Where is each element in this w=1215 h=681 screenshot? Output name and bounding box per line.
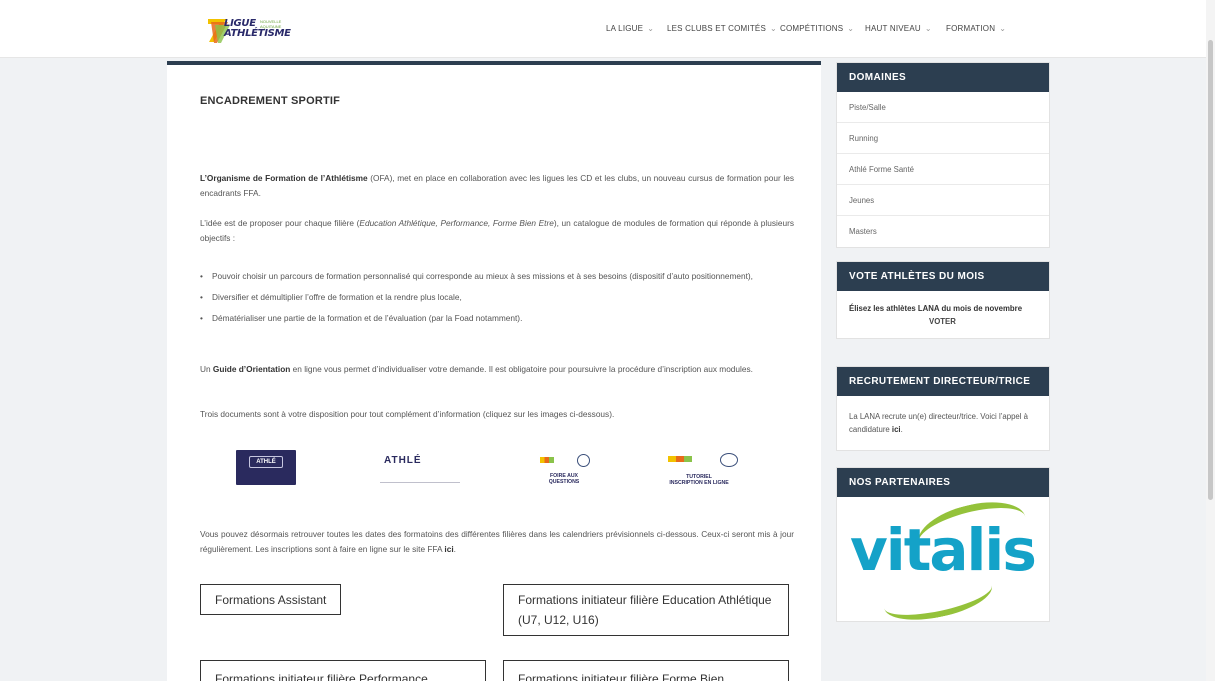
ofa-name: L’Organisme de Formation de l’Athlétisme <box>200 173 368 183</box>
widget-title: RECRUTEMENT DIRECTEUR/TRICE <box>837 367 1049 396</box>
objectives-paragraph: L’idée est de proposer pour chaque filiè… <box>200 216 794 246</box>
domaines-list: Piste/Salle Running Athlé Forme Santé Je… <box>837 92 1049 247</box>
formations-performance-button[interactable]: Formations initiateur filière Performanc… <box>200 660 486 681</box>
list-item: Diversifier et démultiplier l’offre de f… <box>200 290 794 305</box>
nav-label: LA LIGUE <box>606 24 644 33</box>
list-item: Pouvoir choisir un parcours de formation… <box>200 269 794 284</box>
guide-text-rest: en ligne vous permet d’individualiser vo… <box>290 364 753 374</box>
league-mini-logo <box>540 457 554 463</box>
nav-label: HAUT NIVEAU <box>865 24 921 33</box>
objectives-list: Pouvoir choisir un parcours de formation… <box>200 269 794 332</box>
chevron-down-icon: ⌄ <box>770 24 777 33</box>
vote-widget: VOTE ATHLÈTES DU MOIS Élisez les athlète… <box>836 261 1050 339</box>
recrutement-widget: RECRUTEMENT DIRECTEUR/TRICE La LANA recr… <box>836 366 1050 451</box>
league-mini-logo <box>668 456 692 462</box>
faq-caption: FOIRE AUX QUESTIONS <box>548 473 580 485</box>
list-item: Dématérialiser une partie de la formatio… <box>200 311 794 326</box>
nav-label: COMPÉTITIONS <box>780 24 844 33</box>
domaine-link-masters[interactable]: Masters <box>837 216 1049 247</box>
logo-subtext: NOUVELLE AQUITAINE <box>260 19 282 29</box>
athle-circle-icon <box>577 454 590 467</box>
logo-line2: ATHLÉTISME <box>224 28 291 39</box>
objectives-text-start: L’idée est de proposer pour chaque filiè… <box>200 218 360 228</box>
formations-assistant-button[interactable]: Formations Assistant <box>200 584 342 615</box>
athle-logo: ATHLÉ <box>384 455 422 466</box>
domaine-link-jeunes[interactable]: Jeunes <box>837 185 1049 216</box>
document-thumbnail-faq[interactable]: FOIRE AUX QUESTIONS <box>530 451 600 487</box>
chevron-down-icon: ⌄ <box>847 24 855 33</box>
guide-text-start: Un <box>200 364 213 374</box>
formations-forme-bien-etre-button[interactable]: Formations initiateur filière Forme Bien <box>503 660 789 681</box>
document-thumbnail-tutoriel[interactable]: TUTORIEL INSCRIPTION EN LIGNE <box>654 450 744 488</box>
document-thumbnail-2[interactable]: ATHLÉ <box>380 455 460 487</box>
document-thumbnail-1[interactable]: ATHLÉ <box>236 450 296 485</box>
widget-title: DOMAINES <box>837 63 1049 92</box>
calendar-text-end: . <box>453 544 456 554</box>
main-content: ENCADREMENT SPORTIF L’Organisme de Forma… <box>167 61 821 681</box>
chevron-down-icon: ⌄ <box>647 24 655 33</box>
widget-title: VOTE ATHLÈTES DU MOIS <box>837 262 1049 291</box>
calendar-paragraph: Vous pouvez désormais retrouver toutes l… <box>200 527 794 557</box>
vote-text: Élisez les athlètes LANA du mois de nove… <box>849 304 1023 313</box>
vote-body: Élisez les athlètes LANA du mois de nove… <box>837 291 1049 338</box>
page-title: ENCADREMENT SPORTIF <box>200 95 341 107</box>
guide-link[interactable]: Guide d’Orientation <box>213 364 290 374</box>
nav-item-competitions[interactable]: COMPÉTITIONS ⌄ <box>780 24 854 33</box>
partenaires-widget: NOS PARTENAIRES vitalis <box>836 467 1050 628</box>
vitalis-partner-logo[interactable]: vitalis <box>837 492 1049 628</box>
page-scrollbar[interactable] <box>1206 0 1215 681</box>
domaines-widget: DOMAINES Piste/Salle Running Athlé Forme… <box>836 62 1050 248</box>
nav-item-haut-niveau[interactable]: HAUT NIVEAU ⌄ <box>865 24 932 33</box>
tutoriel-caption: TUTORIEL INSCRIPTION EN LIGNE <box>654 474 744 486</box>
recrutement-text-end: . <box>900 425 903 434</box>
recrutement-text: La LANA recrute un(e) directeur/trice. V… <box>849 412 1028 434</box>
domaine-link-athle-forme-sante[interactable]: Athlé Forme Santé <box>837 154 1049 185</box>
nav-item-la-ligue[interactable]: LA LIGUE ⌄ <box>606 24 654 33</box>
nav-item-formation[interactable]: FORMATION ⌄ <box>946 24 1006 33</box>
intro-paragraph: L’Organisme de Formation de l’Athlétisme… <box>200 171 794 201</box>
widget-title: NOS PARTENAIRES <box>837 468 1049 497</box>
vote-link[interactable]: VOTER <box>849 315 1037 328</box>
site-logo[interactable]: LIGUE ATHLÉTISME NOUVELLE AQUITAINE <box>206 16 294 44</box>
tutoriel-caption-line2: INSCRIPTION EN LIGNE <box>669 480 729 486</box>
domaine-link-running[interactable]: Running <box>837 123 1049 154</box>
nav-label: LES CLUBS ET COMITÉS <box>667 24 766 33</box>
nav-item-clubs-comites[interactable]: LES CLUBS ET COMITÉS ⌄ <box>667 24 777 33</box>
site-header: LIGUE ATHLÉTISME NOUVELLE AQUITAINE LA L… <box>0 0 1215 58</box>
documents-paragraph: Trois documents sont à votre disposition… <box>200 409 615 419</box>
nav-label: FORMATION <box>946 24 996 33</box>
recrutement-body: La LANA recrute un(e) directeur/trice. V… <box>837 396 1049 450</box>
scrollbar-thumb[interactable] <box>1208 40 1213 500</box>
filieres-list: Education Athlétique, Performance, Forme… <box>359 218 554 228</box>
guide-paragraph: Un Guide d’Orientation en ligne vous per… <box>200 362 794 377</box>
ffa-link[interactable]: ici <box>444 544 453 554</box>
domaine-link-piste-salle[interactable]: Piste/Salle <box>837 92 1049 123</box>
divider <box>380 482 460 483</box>
candidature-link[interactable]: ici <box>892 425 901 434</box>
athle-logo: ATHLÉ <box>249 456 283 468</box>
chevron-down-icon: ⌄ <box>999 24 1007 33</box>
chevron-down-icon: ⌄ <box>924 24 932 33</box>
formations-education-athletique-button[interactable]: Formations initiateur filière Education … <box>503 584 789 636</box>
athle-circle-icon <box>720 453 738 467</box>
calendar-text: Vous pouvez désormais retrouver toutes l… <box>200 529 794 554</box>
